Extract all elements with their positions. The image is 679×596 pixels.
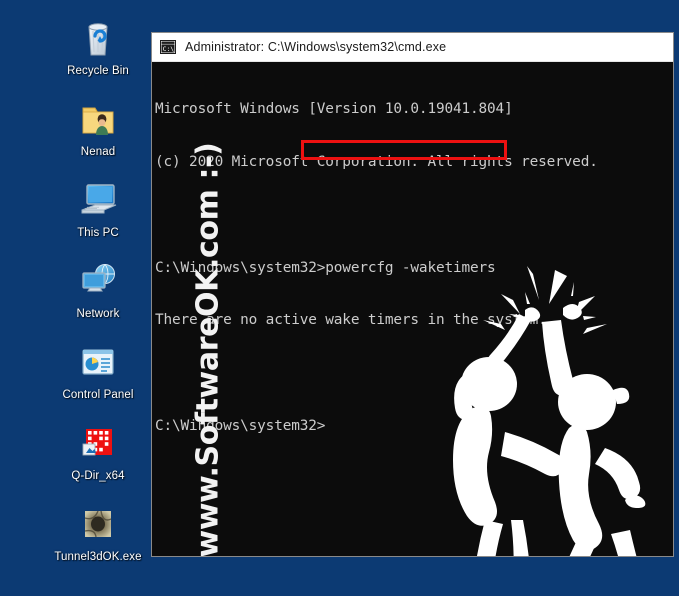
desktop-icon-label: This PC: [77, 227, 119, 239]
desktop-icon-label: Nenad: [80, 146, 116, 158]
recycle-bin-icon: [74, 14, 122, 62]
desktop-icon-q-dir[interactable]: Q-Dir_x64: [52, 419, 144, 500]
watermark-text: www.SoftwareOK.com :-): [190, 142, 226, 556]
desktop-icon-label: Tunnel3dOK.exe: [54, 551, 142, 563]
desktop-icon-label: Control Panel: [62, 389, 134, 401]
q-dir-icon: [74, 419, 122, 467]
desktop-icon-nenad[interactable]: Nenad: [52, 95, 144, 176]
desktop-icon-label: Recycle Bin: [67, 65, 129, 77]
desktop-icon-network[interactable]: Network: [52, 257, 144, 338]
desktop-icon-recycle-bin[interactable]: Recycle Bin: [52, 14, 144, 95]
svg-text:C:\: C:\: [163, 45, 175, 53]
desktop-icon-control-panel[interactable]: Control Panel: [52, 338, 144, 419]
desktop-icon-this-pc[interactable]: This PC: [52, 176, 144, 257]
console-line: Microsoft Windows [Version 10.0.19041.80…: [155, 101, 513, 118]
desktop-icon-label: Q-Dir_x64: [71, 470, 125, 482]
cmd-title-text: Administrator: C:\Windows\system32\cmd.e…: [185, 40, 447, 54]
user-folder-icon: [74, 95, 122, 143]
desktop-icon-label: Network: [76, 308, 120, 320]
cmd-window[interactable]: C:\ Administrator: C:\Windows\system32\c…: [152, 33, 673, 556]
cmd-console-body[interactable]: Microsoft Windows [Version 10.0.19041.80…: [152, 62, 673, 556]
cmd-console-icon: C:\: [160, 40, 176, 54]
this-pc-icon: [74, 176, 122, 224]
control-panel-icon: [74, 338, 122, 386]
network-icon: [74, 257, 122, 305]
desktop-icon-tunnel3dok[interactable]: Tunnel3dOK.exe: [52, 500, 144, 581]
screen-root: Recycle Bin Nenad This PC Network Contro…: [0, 0, 679, 596]
cmd-titlebar[interactable]: C:\ Administrator: C:\Windows\system32\c…: [152, 33, 673, 62]
tunnel3dok-icon: [74, 500, 122, 548]
desktop-icon-column: Recycle Bin Nenad This PC Network Contro…: [52, 14, 144, 581]
